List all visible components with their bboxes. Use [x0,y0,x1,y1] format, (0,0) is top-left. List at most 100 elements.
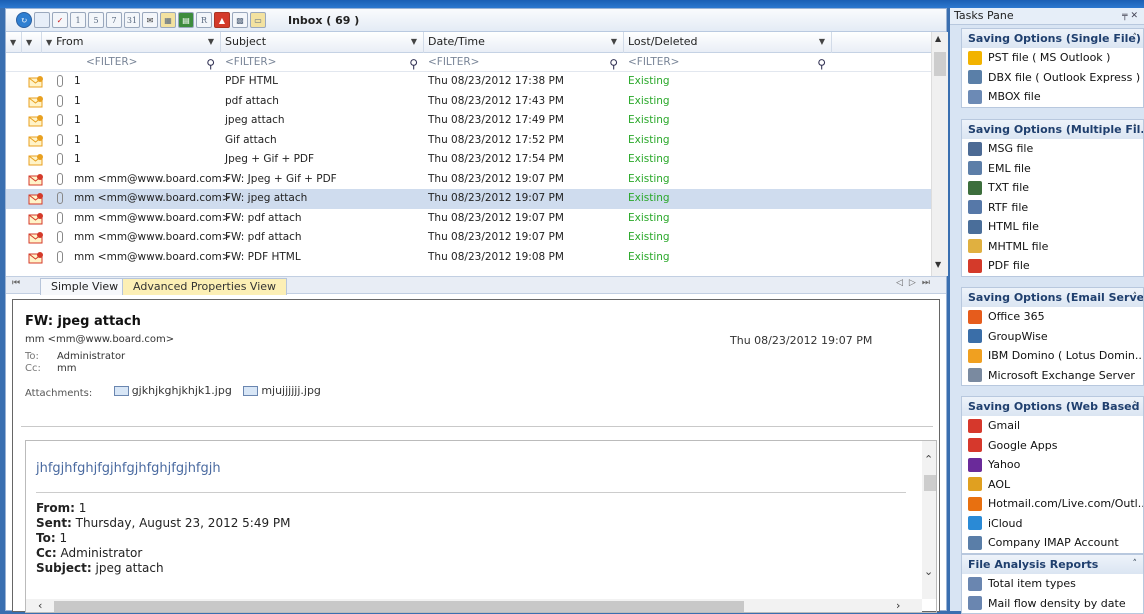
collapse-icon[interactable]: ˄ [1133,397,1138,416]
search-icon[interactable]: ⚲ [409,55,418,73]
task-group-header[interactable]: Saving Options (Email Servers) ˄ [962,288,1143,307]
task-item[interactable]: MHTML file [962,237,1143,257]
forwarded-mail-icon [28,173,43,185]
row-from: mm <mm@www.board.com> [74,192,231,204]
tab-first-icon[interactable]: ⏮ [12,278,20,288]
task-item[interactable]: HTML file [962,217,1143,237]
chevron-left-icon[interactable]: ‹ [38,599,42,612]
from-col-header[interactable]: ▼ From ▼ [42,32,221,53]
task-item[interactable]: Gmail [962,416,1143,436]
task-item[interactable]: MBOX file [962,87,1143,107]
paperclip-icon [57,153,63,165]
status-filter[interactable]: <FILTER> ⚲ [624,53,832,72]
scroll-thumb[interactable] [54,601,744,612]
pin-icon[interactable]: ╤ ✕ [1122,8,1138,24]
collapse-icon[interactable]: ˄ [1133,120,1138,139]
task-item[interactable]: Microsoft Exchange Server [962,366,1143,386]
task-item[interactable]: DBX file ( Outlook Express ) [962,68,1143,88]
pdf-export-icon[interactable]: ▲ [214,12,230,28]
date-col-header[interactable]: Date/Time ▼ [424,32,624,53]
paperclip-icon [57,250,63,263]
task-group-header[interactable]: Saving Options (Web Based ... ˄ [962,397,1143,416]
envelope-icon [968,141,982,156]
task-item[interactable]: Total item types [962,574,1143,594]
chart-icon [968,596,982,611]
table-row[interactable]: 1 PDF HTML Thu 08/23/2012 17:38 PM Existing [6,72,931,92]
scroll-up-icon[interactable]: ▲ [935,34,941,43]
from-filter[interactable]: <FILTER> ⚲ [42,53,221,72]
task-item[interactable]: PST file ( MS Outlook ) [962,48,1143,68]
divider [21,426,933,427]
subject-col-header[interactable]: Subject ▼ [221,32,424,53]
mhtml-export-icon[interactable]: ▭ [250,12,266,28]
refresh-icon[interactable]: ↻ [16,12,32,28]
table-row[interactable]: mm <mm@www.board.com> FW: PDF HTML Thu 08/… [6,248,931,268]
envelope-icon[interactable]: ✉ [142,12,158,28]
task-item[interactable]: TXT file [962,178,1143,198]
txt-export-icon[interactable]: ▤ [178,12,194,28]
task-item[interactable]: AOL [962,475,1143,495]
task-item[interactable]: Office 365 [962,307,1143,327]
month-view-icon[interactable]: 31 [124,12,140,28]
body-vscrollbar[interactable]: ⌃ ⌄ [922,441,936,599]
five-day-view-icon[interactable]: 5 [88,12,104,28]
search-icon[interactable]: ⚲ [609,55,618,73]
attachment-item[interactable]: gjkhjkghjkhjk1.jpg [113,384,232,397]
task-item[interactable]: IBM Domino ( Lotus Domin... [962,346,1143,366]
row-date: Thu 08/23/2012 19:07 PM [428,192,564,204]
collapse-icon[interactable]: ˄ [1133,29,1138,48]
task-item[interactable]: Hotmail.com/Live.com/Outl... [962,494,1143,514]
checklist-icon[interactable]: ✓ [52,12,68,28]
table-row[interactable]: 1 pdf attach Thu 08/23/2012 17:43 PM Existi… [6,92,931,112]
table-row[interactable]: mm <mm@www.board.com> FW: Jpeg + Gif + PD… [6,170,931,190]
table-row[interactable]: mm <mm@www.board.com> FW: pdf attach Thu 0… [6,228,931,248]
sort-icon-col[interactable]: ▼ [6,32,22,53]
row-date: Thu 08/23/2012 19:07 PM [428,172,564,185]
task-group-header[interactable]: Saving Options (Multiple Fil... ˄ [962,120,1143,139]
task-item[interactable]: Google Apps [962,436,1143,456]
table-row[interactable]: 1 Jpeg + Gif + PDF Thu 08/23/2012 17:54 PM… [6,150,931,170]
search-icon[interactable]: ⚲ [206,55,215,73]
scroll-thumb[interactable] [924,475,936,491]
scroll-thumb[interactable] [934,52,946,76]
list-scrollbar[interactable]: ▲ ▼ [931,32,948,276]
table-row[interactable]: mm <mm@www.board.com> FW: pdf attach Thu 0… [6,209,931,229]
task-item[interactable]: Yahoo [962,455,1143,475]
table-row[interactable]: 1 Gif attach Thu 08/23/2012 17:52 PM Existi… [6,131,931,151]
task-item[interactable]: iCloud [962,514,1143,534]
task-group-header[interactable]: Saving Options (Single File) ˄ [962,29,1143,48]
task-item[interactable]: EML file [962,159,1143,179]
task-group-header[interactable]: File Analysis Reports ˄ [962,555,1143,574]
table-row[interactable]: 1 jpeg attach Thu 08/23/2012 17:49 PM Exist… [6,111,931,131]
chevron-up-icon[interactable]: ⌃ [924,453,933,466]
task-item[interactable]: RTF file [962,198,1143,218]
task-item[interactable]: PDF file [962,256,1143,276]
subject-filter[interactable]: <FILTER> ⚲ [221,53,424,72]
search-icon[interactable]: ⚲ [817,55,826,73]
row-from: mm <mm@www.board.com> [74,250,231,263]
tab-simple-view[interactable]: Simple View [40,278,130,295]
contacts-icon[interactable]: ▦ [160,12,176,28]
chevron-right-icon[interactable]: › [896,599,900,612]
attach-col-header[interactable]: ▼ [22,32,42,53]
task-item[interactable]: Company IMAP Account [962,533,1143,553]
attachment-item[interactable]: mjujjjjjj.jpg [243,384,321,397]
collapse-icon[interactable]: ˄ [1133,288,1138,307]
scroll-down-icon[interactable]: ▼ [935,260,941,269]
html-export-icon[interactable]: ▩ [232,12,248,28]
status-col-header[interactable]: Lost/Deleted ▼ [624,32,832,53]
week-view-icon[interactable]: 7 [106,12,122,28]
day-view-icon[interactable]: 1 [70,12,86,28]
paperclip-icon [57,133,63,146]
task-item[interactable]: GroupWise [962,327,1143,347]
table-row[interactable]: mm <mm@www.board.com> FW: jpeg attach Thu … [6,189,931,209]
tab-advanced-properties[interactable]: Advanced Properties View [122,278,288,295]
task-item[interactable]: MSG file [962,139,1143,159]
chevron-down-icon[interactable]: ⌄ [924,565,933,578]
tab-nav-icon[interactable]: ◁▷⏭ [896,278,936,288]
date-filter[interactable]: <FILTER> ⚲ [424,53,624,72]
task-item[interactable]: Mail flow density by date [962,594,1143,614]
blank-view-icon[interactable] [34,12,50,28]
collapse-icon[interactable]: ˄ [1133,555,1138,574]
rtf-export-icon[interactable]: R [196,12,212,28]
